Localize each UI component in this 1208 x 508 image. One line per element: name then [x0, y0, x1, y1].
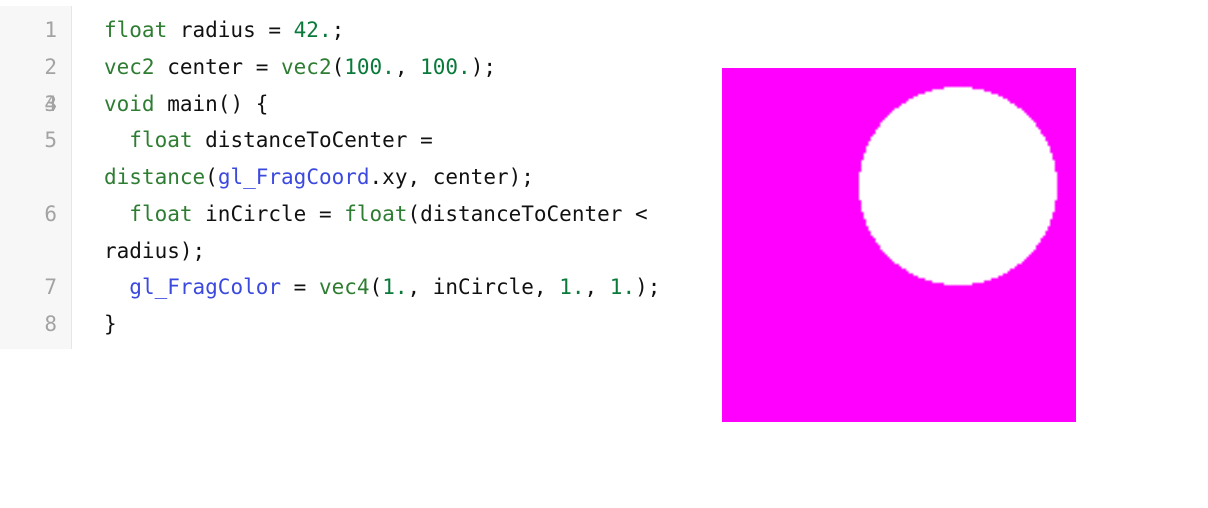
line-number: 8	[44, 306, 57, 343]
ident-token	[104, 275, 129, 299]
punct-token: (	[370, 275, 383, 299]
ident-token: main	[167, 92, 218, 116]
type-token: void	[104, 92, 167, 116]
ident-token: ,	[585, 275, 610, 299]
line-number-gutter: 12345678	[0, 6, 72, 349]
code-line[interactable]: void main() {	[104, 86, 698, 123]
ident-token: inCircle =	[205, 202, 344, 226]
line-number: 6	[44, 196, 57, 233]
punct-token: () {	[218, 92, 269, 116]
ident-token: =	[281, 275, 319, 299]
type-token: float	[104, 18, 180, 42]
type-token: float	[129, 202, 205, 226]
ident-token	[104, 202, 129, 226]
func-token: vec4	[319, 275, 370, 299]
code-line[interactable]: vec2 center = vec2(100., 100.);	[104, 49, 698, 86]
builtin-token: gl_FragColor	[129, 275, 281, 299]
punct-token: );	[471, 55, 496, 79]
punct-token: (	[205, 165, 218, 189]
code-line[interactable]: float radius = 42.;	[104, 12, 698, 49]
builtin-token: gl_FragCoord	[218, 165, 370, 189]
code-line[interactable]: float inCircle = float(distanceToCenter …	[104, 196, 698, 270]
type-token: float	[129, 128, 205, 152]
punct-token: }	[104, 312, 117, 336]
preview-canvas	[722, 68, 1076, 422]
punct-token: (	[332, 55, 345, 79]
code-area[interactable]: float radius = 42.;vec2 center = vec2(10…	[72, 6, 722, 349]
ident-token: distanceToCenter =	[205, 128, 445, 152]
ident-token: , inCircle,	[407, 275, 559, 299]
code-line[interactable]: float distanceToCenter = distance(gl_Fra…	[104, 122, 698, 196]
preview-column	[722, 6, 1112, 422]
number-token: 1.	[559, 275, 584, 299]
line-number: 4	[44, 86, 57, 123]
line-number: 1	[44, 12, 57, 49]
number-token: 42.	[294, 18, 332, 42]
punct-token: ;	[332, 18, 345, 42]
punct-token: );	[635, 275, 660, 299]
line-number: 7	[44, 269, 57, 306]
number-token: 1.	[610, 275, 635, 299]
type-token: vec2	[104, 55, 167, 79]
code-column: 12345678 float radius = 42.;vec2 center …	[0, 6, 722, 349]
number-token: 1.	[382, 275, 407, 299]
code-line[interactable]: }	[104, 306, 698, 343]
ident-token: center =	[167, 55, 281, 79]
line-number: 5	[44, 122, 57, 159]
ident-token: radius =	[180, 18, 294, 42]
func-token: distance	[104, 165, 205, 189]
func-token: float	[344, 202, 407, 226]
ident-token: .xy, center);	[370, 165, 534, 189]
shader-preview	[722, 68, 1076, 422]
number-token: 100.	[344, 55, 395, 79]
shader-editor: 12345678 float radius = 42.;vec2 center …	[0, 0, 1208, 422]
code-line[interactable]: gl_FragColor = vec4(1., inCircle, 1., 1.…	[104, 269, 698, 306]
ident-token	[104, 128, 129, 152]
punct-token: ,	[395, 55, 420, 79]
number-token: 100.	[420, 55, 471, 79]
line-number: 2	[44, 49, 57, 86]
func-token: vec2	[281, 55, 332, 79]
